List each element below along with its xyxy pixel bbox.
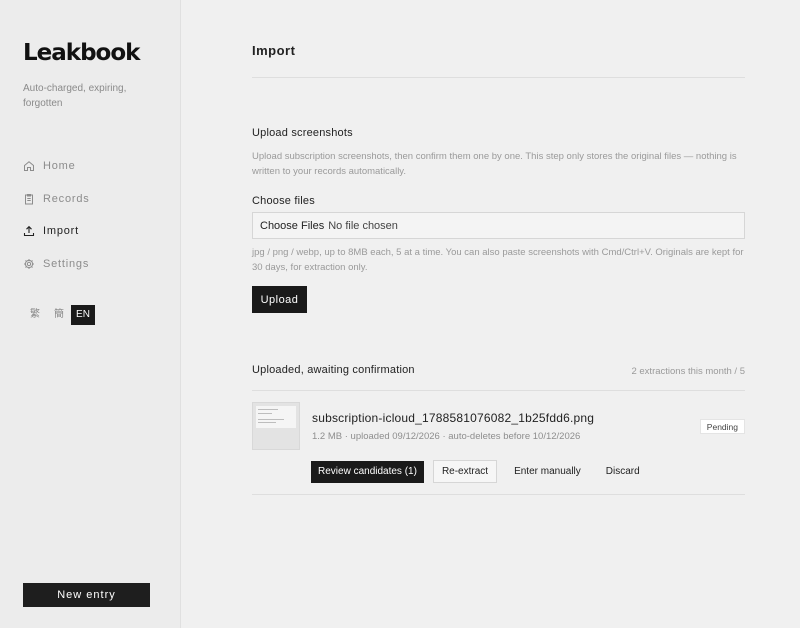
file-meta: 1.2 MB · uploaded 09/12/2026 · auto-dele…: [312, 431, 581, 442]
upload-icon: [23, 225, 35, 237]
page-title: Import: [252, 43, 296, 58]
nav-item-records[interactable]: Records: [23, 191, 90, 207]
nav-label-records: Records: [43, 192, 90, 205]
pending-divider: [252, 390, 745, 391]
choose-files-label: Choose files: [252, 195, 315, 207]
item-actions: Review candidates (1) Re-extract Enter m…: [311, 460, 648, 483]
home-icon: [24, 161, 34, 171]
sidebar: Leakbook Auto-charged, expiring, forgott…: [0, 0, 181, 628]
main-nav: Home Records Import Settings: [23, 158, 90, 288]
thumbnail-line: [258, 422, 276, 423]
thumbnail-line: [258, 413, 272, 414]
nav-label-home: Home: [43, 160, 76, 172]
thumbnail-line: [258, 409, 278, 410]
language-switcher: 繁 簡 EN: [23, 305, 95, 325]
screenshot-thumbnail[interactable]: [252, 402, 300, 450]
lang-traditional[interactable]: 繁: [23, 305, 47, 325]
item-divider: [252, 494, 745, 495]
file-status: No file chosen: [328, 219, 398, 232]
discard-button[interactable]: Discard: [598, 461, 648, 483]
extraction-counter: 2 extractions this month / 5: [631, 366, 745, 377]
status-badge: Pending: [699, 419, 745, 434]
title-divider: [252, 77, 745, 78]
nav-item-home[interactable]: Home: [23, 158, 90, 174]
choose-files-button[interactable]: Choose Files: [260, 220, 324, 232]
enter-manually-button[interactable]: Enter manually: [506, 461, 589, 483]
lang-simplified[interactable]: 簡: [47, 305, 71, 325]
new-entry-button[interactable]: New entry: [23, 583, 150, 607]
file-name: subscription-icloud_1788581076082_1b25fd…: [312, 411, 595, 425]
pending-heading: Uploaded, awaiting confirmation: [252, 364, 415, 376]
upload-heading: Upload screenshots: [252, 127, 353, 139]
clipboard-icon: [25, 193, 33, 204]
nav-item-settings[interactable]: Settings: [23, 256, 90, 272]
nav-label-settings: Settings: [43, 257, 90, 270]
brand-tagline: Auto-charged, expiring, forgotten: [23, 83, 127, 109]
review-candidates-button[interactable]: Review candidates (1): [311, 460, 424, 483]
gear-icon: [24, 258, 34, 269]
lang-english[interactable]: EN: [71, 305, 95, 325]
upload-hint: jpg / png / webp, up to 8MB each, 5 at a…: [252, 247, 744, 273]
file-input[interactable]: Choose Files No file chosen: [252, 212, 745, 239]
brand-logo[interactable]: Leakbook: [23, 40, 140, 66]
nav-item-import[interactable]: Import: [23, 223, 90, 239]
nav-label-import: Import: [43, 225, 79, 237]
upload-button[interactable]: Upload: [252, 286, 307, 313]
upload-description: Upload subscription screenshots, then co…: [252, 151, 737, 177]
thumbnail-line: [258, 419, 284, 420]
re-extract-button[interactable]: Re-extract: [432, 460, 498, 483]
